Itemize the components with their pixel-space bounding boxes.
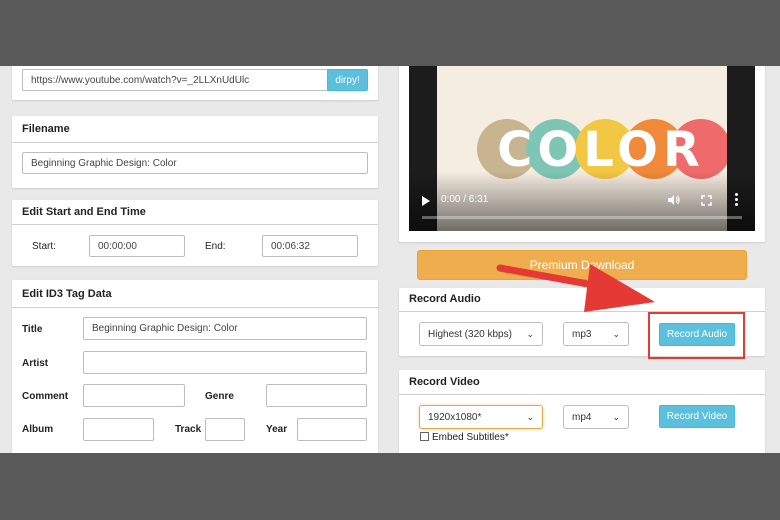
audio-quality-value: Highest (320 kbps)	[428, 328, 512, 340]
video-resolution-select[interactable]: 1920x1080* ⌄	[419, 405, 543, 429]
track-label: Track	[175, 424, 202, 435]
title-input[interactable]: Beginning Graphic Design: Color	[83, 317, 367, 340]
comment-input[interactable]	[83, 384, 185, 407]
start-label: Start:	[32, 241, 56, 252]
start-time-input[interactable]: 00:00:00	[89, 235, 185, 257]
artist-input[interactable]	[83, 351, 367, 374]
url-input[interactable]: https://www.youtube.com/watch?v=_2LLXnUd…	[22, 69, 330, 91]
divider	[12, 224, 378, 225]
divider	[399, 394, 765, 395]
chevron-down-icon: ⌄	[612, 411, 620, 422]
embed-subtitles-checkbox[interactable]	[420, 432, 429, 441]
annotation-arrow-icon	[496, 264, 655, 312]
record-video-heading: Record Video	[409, 376, 480, 388]
genre-input[interactable]	[266, 384, 367, 407]
record-video-button[interactable]: Record Video	[659, 405, 735, 428]
thumbnail-title: COLOR	[497, 122, 705, 178]
year-input[interactable]	[297, 418, 367, 441]
divider	[12, 142, 378, 143]
dirpy-button[interactable]: dirpy!	[327, 69, 368, 91]
chevron-down-icon: ⌄	[526, 411, 534, 422]
more-options-icon[interactable]	[735, 193, 738, 206]
audio-format-value: mp3	[572, 328, 592, 340]
video-time: 0:00 / 6:31	[441, 194, 489, 205]
edit-time-heading: Edit Start and End Time	[22, 206, 146, 218]
volume-icon[interactable]	[667, 194, 681, 206]
filename-input[interactable]: Beginning Graphic Design: Color	[22, 152, 368, 174]
audio-format-select[interactable]: mp3 ⌄	[563, 322, 629, 346]
album-input[interactable]	[83, 418, 154, 441]
play-icon[interactable]	[422, 196, 430, 206]
divider	[12, 307, 378, 308]
title-label: Title	[22, 324, 43, 335]
video-format-select[interactable]: mp4 ⌄	[563, 405, 629, 429]
genre-label: Genre	[205, 391, 234, 402]
video-progress-bar[interactable]	[422, 216, 742, 219]
chevron-down-icon: ⌄	[526, 328, 534, 339]
year-label: Year	[266, 424, 288, 435]
end-label: End:	[205, 241, 226, 252]
artist-label: Artist	[22, 358, 49, 369]
track-input[interactable]	[205, 418, 245, 441]
embed-subtitles-label: Embed Subtitles*	[432, 432, 509, 443]
app-frame: https://www.youtube.com/watch?v=_2LLXnUd…	[0, 66, 780, 453]
video-player[interactable]: COLOR 0:00 / 6:31	[409, 66, 755, 231]
end-time-input[interactable]: 00:06:32	[262, 235, 358, 257]
album-label: Album	[22, 424, 54, 435]
video-format-value: mp4	[572, 411, 592, 423]
video-resolution-value: 1920x1080*	[428, 411, 482, 423]
chevron-down-icon: ⌄	[612, 328, 620, 339]
fullscreen-icon[interactable]	[701, 195, 712, 206]
filename-heading: Filename	[22, 123, 70, 135]
record-audio-heading: Record Audio	[409, 293, 481, 305]
id3-heading: Edit ID3 Tag Data	[22, 288, 112, 300]
comment-label: Comment	[22, 391, 69, 402]
audio-quality-select[interactable]: Highest (320 kbps) ⌄	[419, 322, 543, 346]
